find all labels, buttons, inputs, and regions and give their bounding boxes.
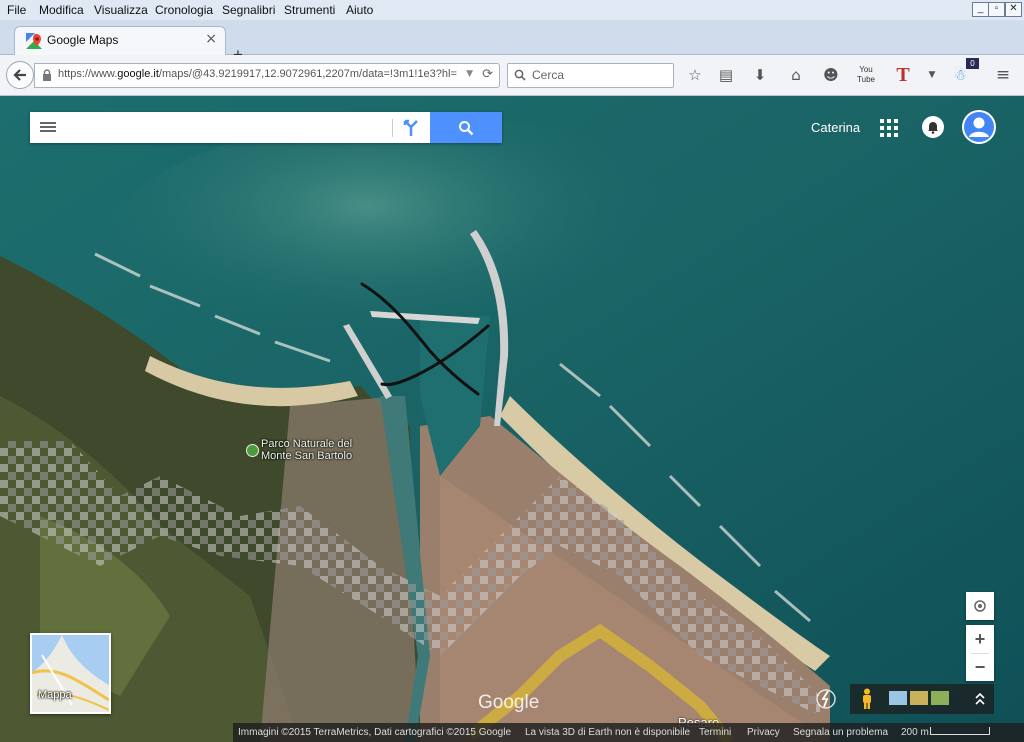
map-canvas[interactable]: Caterina Parco Naturale del Monte San Ba… [0, 96, 1024, 742]
privacy-link[interactable]: Privacy [747, 727, 780, 738]
photo-thumbnail-1[interactable] [889, 691, 907, 705]
user-avatar-icon [964, 112, 994, 142]
menu-modifica[interactable]: Modifica [39, 3, 84, 17]
google-maps-favicon-icon [26, 33, 42, 49]
menu-bar: File Modifica Visualizza Cronologia Segn… [0, 0, 1024, 20]
browser-search-placeholder: Cerca [532, 68, 565, 82]
zoom-out-button[interactable]: − [966, 654, 994, 681]
earth-disabled-icon[interactable] [815, 688, 837, 710]
youtube-icon[interactable]: You Tube [856, 65, 876, 85]
smiley-icon[interactable]: ☻ [821, 65, 841, 85]
tab-title: Google Maps [47, 33, 119, 47]
menu-visualizza[interactable]: Visualizza [94, 3, 148, 17]
dropdown-icon[interactable]: ▼ [922, 65, 942, 85]
search-divider [392, 119, 393, 137]
tab-close-icon[interactable]: × [205, 31, 217, 47]
directions-icon[interactable] [401, 118, 421, 138]
home-icon[interactable]: ⌂ [786, 65, 806, 85]
map-type-switcher[interactable]: Mappa [30, 633, 111, 714]
zoom-in-button[interactable]: + [966, 625, 994, 653]
minimize-icon[interactable]: _ [972, 2, 989, 17]
ghostery-badge: 0 [966, 58, 979, 69]
no-3d-notice: La vista 3D di Earth non è disponibile [525, 727, 691, 738]
tab-strip: Google Maps × + [0, 20, 1024, 64]
park-label[interactable]: Parco Naturale del Monte San Bartolo [261, 438, 352, 462]
t-icon[interactable]: T [893, 65, 913, 85]
google-logo: Google [478, 692, 540, 713]
search-icon [459, 121, 474, 136]
terms-link[interactable]: Termini [699, 727, 731, 738]
menu-file[interactable]: File [7, 3, 26, 17]
lock-icon [43, 69, 51, 81]
bell-icon [928, 122, 938, 134]
scale-label[interactable]: 200 m [901, 727, 929, 738]
minimap-label: Mappa [38, 689, 72, 701]
reload-icon[interactable]: ⟳ [482, 67, 493, 82]
menu-aiuto[interactable]: Aiuto [346, 3, 373, 17]
scale-bar [930, 727, 990, 735]
my-location-button[interactable] [966, 592, 994, 620]
menu-strumenti[interactable]: Strumenti [284, 3, 335, 17]
park-pin-icon[interactable] [246, 444, 259, 457]
browser-search-field[interactable]: Cerca [507, 63, 674, 88]
photo-thumbnail-3[interactable] [931, 691, 949, 705]
avatar[interactable] [962, 110, 996, 144]
search-button[interactable] [430, 112, 502, 143]
pegman-icon[interactable] [860, 688, 874, 710]
back-arrow-icon [13, 69, 26, 81]
map-footer: Immagini ©2015 TerraMetrics, Dati cartog… [233, 723, 1024, 742]
expand-up-icon[interactable] [975, 693, 985, 705]
tab-google-maps[interactable]: Google Maps × [14, 26, 226, 55]
star-icon[interactable]: ☆ [685, 65, 705, 85]
report-problem-link[interactable]: Segnala un problema [793, 727, 888, 738]
satellite-imagery [0, 96, 1024, 742]
user-name[interactable]: Caterina [811, 120, 860, 135]
menu-segnalibri[interactable]: Segnalibri [222, 3, 275, 17]
imagery-credit: Immagini ©2015 TerraMetrics, Dati cartog… [238, 727, 512, 738]
notifications-button[interactable] [922, 116, 944, 138]
location-target-icon [974, 600, 986, 612]
reading-list-icon[interactable]: ▤ [716, 65, 736, 85]
menu-icon[interactable] [40, 120, 56, 134]
search-icon [514, 69, 526, 81]
apps-grid-icon[interactable] [880, 119, 898, 137]
close-icon[interactable]: ✕ [1005, 2, 1022, 17]
menu-cronologia[interactable]: Cronologia [155, 3, 213, 17]
url-text[interactable]: https://www.google.it/maps/@43.9219917,1… [58, 68, 463, 80]
zoom-control: + − [966, 625, 994, 681]
restore-icon[interactable]: ▫ [988, 2, 1005, 17]
download-icon[interactable]: ⬇ [750, 65, 770, 85]
url-bar[interactable]: https://www.google.it/maps/@43.9219917,1… [34, 63, 500, 88]
menu-icon[interactable]: ≡ [993, 65, 1013, 85]
nav-bar: https://www.google.it/maps/@43.9219917,1… [0, 55, 1024, 96]
map-search-box[interactable] [30, 112, 502, 143]
url-dropdown-icon[interactable]: ▼ [466, 69, 473, 79]
photo-thumbnail-2[interactable] [910, 691, 928, 705]
map-bottom-controls [850, 684, 994, 714]
back-button[interactable] [6, 61, 34, 89]
